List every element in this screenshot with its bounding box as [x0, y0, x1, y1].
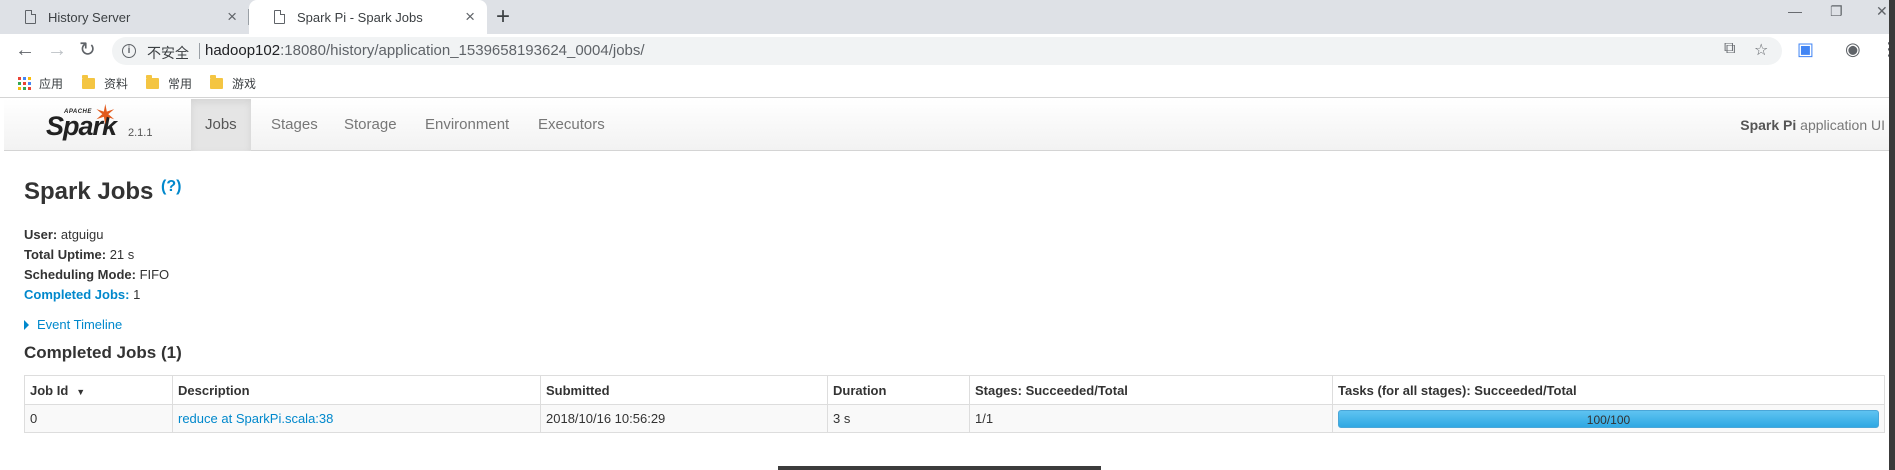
summary-user: User: atguigu: [24, 227, 104, 242]
browser-tab-spark-jobs[interactable]: Spark Pi - Spark Jobs ×: [249, 0, 487, 34]
document-icon: [25, 10, 36, 24]
new-tab-button[interactable]: +: [496, 3, 510, 31]
summary-uptime: Total Uptime: 21 s: [24, 247, 134, 262]
completed-jobs-heading[interactable]: Completed Jobs (1): [24, 343, 182, 363]
forward-icon[interactable]: →: [47, 38, 67, 62]
summary-label: Scheduling Mode:: [24, 267, 136, 282]
app-title-suffix: application UI: [1796, 117, 1885, 133]
column-header-label: Job Id: [30, 382, 69, 398]
tab-executors[interactable]: Executors: [538, 99, 605, 151]
duration-cell: 3 s: [827, 404, 970, 433]
stages-cell: 1/1: [969, 404, 1333, 433]
bookmark-folder-ziliao[interactable]: 资料: [82, 75, 128, 92]
column-header-duration[interactable]: Duration: [827, 375, 970, 405]
description-cell: reduce at SparkPi.scala:38: [172, 404, 541, 433]
summary-label[interactable]: Completed Jobs:: [24, 287, 129, 302]
close-tab-icon[interactable]: ×: [465, 8, 475, 25]
summary-value: FIFO: [135, 267, 170, 282]
minimize-window-icon[interactable]: —: [1788, 3, 1802, 19]
bookmarks-bar: 应用 资料 常用 游戏: [0, 68, 1895, 98]
reload-icon[interactable]: ↻: [79, 38, 96, 62]
document-icon: [274, 10, 285, 24]
summary-scheduling-mode: Scheduling Mode: FIFO: [24, 267, 169, 282]
tasks-cell: 100/100: [1332, 404, 1885, 433]
page-title: Spark Jobs: [24, 178, 154, 205]
summary-value: 21 s: [106, 247, 135, 262]
back-icon[interactable]: ←: [15, 38, 35, 62]
url-host: hadoop102: [205, 42, 281, 59]
apps-grid-icon: [18, 77, 31, 90]
window-edge: [1889, 0, 1895, 470]
job-id-cell: 0: [24, 404, 173, 433]
tab-jobs[interactable]: Jobs: [191, 99, 251, 151]
app-title: Spark Pi application UI: [1740, 99, 1885, 151]
folder-icon: [82, 75, 95, 89]
summary-value: 1: [129, 287, 141, 302]
summary-label: User:: [24, 227, 58, 242]
folder-icon: [210, 75, 223, 89]
table-header-row: Job Id ▼ Description Submitted Duration S…: [24, 375, 1885, 405]
browser-tab-strip: History Server × Spark Pi - Spark Jobs ×…: [0, 0, 1895, 34]
bookmark-label: 资料: [104, 77, 129, 91]
tab-stages[interactable]: Stages: [271, 99, 318, 151]
browser-toolbar: ← → ↻ i 不安全 hadoop102:18080/history/appl…: [0, 34, 1895, 68]
close-tab-icon[interactable]: ×: [227, 8, 237, 25]
tab-title: Spark Pi - Spark Jobs: [297, 9, 423, 25]
submitted-cell: 2018/10/16 10:56:29: [540, 404, 828, 433]
folder-icon: [146, 75, 159, 89]
bookmark-label: 应用: [39, 77, 64, 91]
info-icon[interactable]: i: [122, 44, 136, 58]
app-name: Spark Pi: [1740, 117, 1797, 133]
security-label: 不安全: [147, 45, 189, 61]
job-description-link[interactable]: reduce at SparkPi.scala:38: [178, 411, 333, 426]
bookmark-label: 游戏: [232, 77, 257, 91]
column-header-job-id[interactable]: Job Id ▼: [24, 375, 173, 405]
address-bar[interactable]: i 不安全 hadoop102:18080/history/applicatio…: [112, 37, 1782, 65]
horizontal-scrollbar[interactable]: [778, 466, 1101, 470]
bookmark-folder-changyong[interactable]: 常用: [146, 75, 192, 92]
summary-completed-jobs[interactable]: Completed Jobs: 1: [24, 287, 140, 302]
bookmark-folder-youxi[interactable]: 游戏: [210, 75, 256, 92]
close-window-icon[interactable]: ✕: [1876, 3, 1888, 20]
event-timeline-toggle[interactable]: Event Timeline: [24, 317, 122, 332]
url-separator: [199, 43, 200, 59]
spark-star-icon: ✶: [94, 100, 117, 130]
column-header-submitted[interactable]: Submitted: [540, 375, 828, 405]
bookmark-label: 常用: [168, 77, 193, 91]
caret-right-icon: [24, 319, 29, 330]
spark-version: 2.1.1: [128, 127, 153, 139]
column-header-stages[interactable]: Stages: Succeeded/Total: [969, 375, 1333, 405]
tab-storage[interactable]: Storage: [344, 99, 397, 151]
spark-navbar: APACHE Spark ✶ 2.1.1 Jobs Stages Storage…: [4, 99, 1889, 151]
account-icon[interactable]: ◉: [1845, 39, 1861, 60]
spark-logo[interactable]: APACHE Spark ✶ 2.1.1: [44, 99, 164, 151]
tab-title: History Server: [48, 9, 131, 25]
browser-tab-history-server[interactable]: History Server ×: [0, 0, 249, 34]
url-path: :18080/history/application_1539658193624…: [280, 42, 645, 59]
event-timeline-label: Event Timeline: [37, 317, 123, 332]
column-header-tasks[interactable]: Tasks (for all stages): Succeeded/Total: [1332, 375, 1885, 405]
table-row: 0 reduce at SparkPi.scala:38 2018/10/16 …: [24, 404, 1885, 433]
star-icon[interactable]: ☆: [1754, 40, 1768, 60]
completed-jobs-table: Job Id ▼ Description Submitted Duration S…: [24, 375, 1885, 433]
tab-environment[interactable]: Environment: [425, 99, 509, 151]
sort-descending-icon: ▼: [76, 386, 86, 397]
bookmark-apps[interactable]: 应用: [18, 75, 63, 92]
url-text[interactable]: hadoop102:18080/history/application_1539…: [205, 42, 645, 59]
translate-icon[interactable]: ⧉: [1724, 40, 1735, 58]
help-link[interactable]: (?): [161, 178, 181, 196]
summary-value: atguigu: [57, 227, 104, 242]
extension-icon[interactable]: ▣: [1797, 39, 1814, 60]
summary-label: Total Uptime:: [24, 247, 107, 262]
restore-window-icon[interactable]: ❐: [1830, 3, 1843, 20]
tasks-progress-bar: 100/100: [1338, 409, 1879, 428]
column-header-description[interactable]: Description: [172, 375, 541, 405]
progress-label: 100/100: [1586, 412, 1631, 427]
